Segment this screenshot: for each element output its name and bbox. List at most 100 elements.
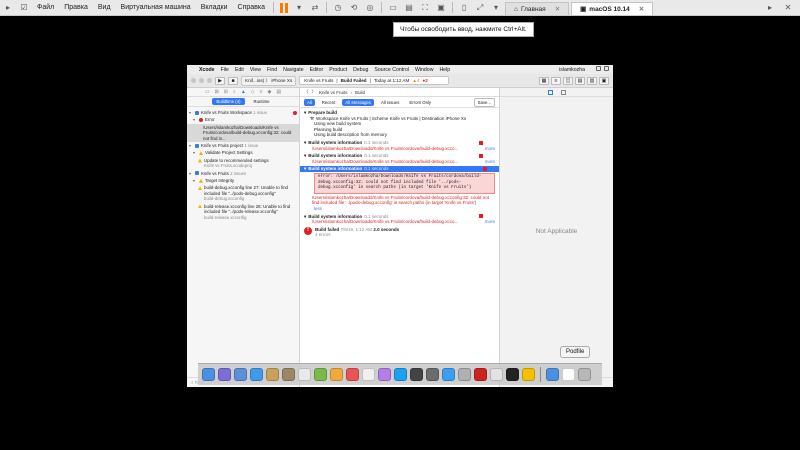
dock-app-icon[interactable] (202, 368, 215, 381)
dock-app-icon[interactable] (522, 368, 535, 381)
menu-edit[interactable]: Edit (235, 67, 244, 73)
log-error-line[interactable]: /Users/islamkozha/Downloads/Knife vs Fru… (304, 159, 495, 165)
snapshot-manager-icon[interactable]: ◎ (365, 3, 375, 13)
dropdown-icon[interactable]: ▾ (294, 3, 304, 13)
run-button[interactable]: ▶ (215, 76, 225, 85)
dock-app-icon[interactable] (378, 368, 391, 381)
filter-all[interactable]: All (304, 98, 315, 106)
issue-item[interactable]: Update to recommended settings Knife vs F… (187, 157, 299, 170)
issue-item-selected[interactable]: /Users/islamkozha/Downloads/Knife vs Fru… (187, 123, 299, 143)
minimize-window-icon[interactable] (199, 78, 204, 83)
disclosure-icon[interactable]: ▾ (304, 166, 306, 172)
thumbnail-icon[interactable]: ▤ (404, 3, 414, 13)
library-button[interactable]: ▦ (539, 77, 549, 85)
revert-snapshot-icon[interactable]: ⟲ (349, 3, 359, 13)
save-log-button[interactable]: Save... (473, 97, 495, 107)
segment-runtime[interactable]: Runtime (250, 98, 274, 105)
dock-app-icon[interactable] (442, 368, 455, 381)
dock-app-icon[interactable] (410, 368, 423, 381)
dock-app-icon[interactable] (506, 368, 519, 381)
dock-app-icon[interactable] (562, 368, 575, 381)
menu-help[interactable]: Help (439, 67, 450, 73)
menu-source-control[interactable]: Source Control (374, 67, 409, 73)
filter-errors-only[interactable]: Errors Only (406, 99, 434, 106)
zoom-window-icon[interactable] (207, 78, 212, 83)
symbol-icon[interactable]: ⊞ (224, 89, 228, 95)
menu-file[interactable]: File (221, 67, 229, 73)
issue-item[interactable]: build-release.xcconfig line 28: Unable t… (187, 203, 299, 221)
host-menu-vm[interactable]: Виртуальная машина (116, 4, 196, 11)
editor-standard-button[interactable]: ≡ (551, 77, 561, 85)
disclosure-icon[interactable]: ▾ (193, 150, 197, 155)
report-icon[interactable]: ▤ (276, 89, 281, 95)
dock-app-icon[interactable] (234, 368, 247, 381)
dock-app-icon[interactable] (474, 368, 487, 381)
disclosure-icon[interactable]: ▾ (189, 171, 193, 176)
back-icon[interactable]: 〈 (304, 89, 309, 95)
dock-app-icon[interactable] (330, 368, 343, 381)
snapshot-icon[interactable]: ◷ (333, 3, 343, 13)
tab-macos[interactable]: ▣ macOS 10.14 ✕ (571, 2, 654, 15)
issue-category-validate[interactable]: ▾ Validate Project Settings (187, 149, 299, 156)
disclosure-icon[interactable]: ▾ (193, 178, 197, 183)
scheme-selector[interactable]: Knif...ios) 〉 iPhone Xs (241, 75, 297, 86)
close-icon[interactable]: ✕ (555, 5, 560, 13)
dock-app-icon[interactable] (490, 368, 503, 381)
stretch-icon[interactable]: ⤢ (475, 3, 485, 13)
dock-app-icon[interactable] (314, 368, 327, 381)
dock-app-icon[interactable] (266, 368, 279, 381)
segment-buildtime[interactable]: Buildtime (4) (212, 98, 245, 105)
dock-app-icon[interactable] (426, 368, 439, 381)
editor-assistant-button[interactable]: ◫ (563, 77, 573, 85)
more-link[interactable]: more (485, 159, 495, 165)
dock-app-icon[interactable] (218, 368, 231, 381)
dock-app-icon[interactable] (298, 368, 311, 381)
quick-help-icon[interactable] (560, 89, 566, 95)
disclosure-icon[interactable]: ▾ (189, 143, 193, 148)
log-error-line[interactable]: /Users/islamkozha/Downloads/Knife vs Fru… (304, 195, 495, 206)
send-keys-icon[interactable]: ⇄ (310, 3, 320, 13)
disclosure-icon[interactable]: ▾ (189, 110, 193, 115)
find-icon[interactable]: ⌕ (233, 89, 236, 95)
less-link[interactable]: less (314, 206, 322, 212)
menu-navigate[interactable]: Navigate (283, 67, 303, 73)
test-icon[interactable]: ◇ (251, 89, 255, 95)
host-menu-file[interactable]: Файл (32, 4, 59, 11)
issue-icon[interactable]: ▲ (241, 89, 246, 95)
menu-window[interactable]: Window (415, 67, 433, 73)
menu-debug[interactable]: Debug (353, 67, 368, 73)
toggle-navigator-button[interactable]: ▤ (575, 77, 585, 85)
library-icon[interactable]: ▭ (388, 3, 398, 13)
dock-app-icon[interactable] (578, 368, 591, 381)
filter-all-messages[interactable]: All Messages (342, 98, 374, 106)
vmware-menu-icon[interactable]: ▸ (3, 3, 13, 13)
menu-product[interactable]: Product (329, 67, 347, 73)
minimize-icon[interactable]: ▸ (765, 2, 775, 12)
breakpoint-icon[interactable]: ◆ (268, 89, 272, 95)
more-link[interactable]: more (485, 219, 495, 225)
toggle-debug-button[interactable]: ▥ (587, 77, 597, 85)
dock-app-icon[interactable] (546, 368, 559, 381)
dock-app-icon[interactable] (394, 368, 407, 381)
issue-item[interactable]: build-debug.xcconfig line 27: Unable to … (187, 184, 299, 202)
source-control-icon[interactable]: ⊠ (215, 89, 219, 95)
log-error-line[interactable]: /Users/islamkozha/Downloads/Knife vs Fru… (304, 219, 495, 225)
host-menu-tabs[interactable]: Вкладки (196, 4, 233, 11)
folder-icon[interactable]: ▭ (205, 89, 210, 95)
tab-home[interactable]: ⌂ Главная ✕ (505, 2, 570, 15)
dock-app-icon[interactable] (458, 368, 471, 381)
issue-category-error[interactable]: ▾ Error (187, 116, 299, 123)
check-icon[interactable]: ☑ (19, 3, 29, 13)
more-link[interactable]: more (485, 146, 495, 152)
filter-all-issues[interactable]: All Issues (378, 99, 402, 106)
dock-app-icon[interactable] (250, 368, 263, 381)
menu-find[interactable]: Find (267, 67, 277, 73)
host-menu-help[interactable]: Справка (233, 4, 270, 11)
menu-editor[interactable]: Editor (310, 67, 324, 73)
dock-app-icon[interactable] (282, 368, 295, 381)
spotlight-icon[interactable] (596, 66, 601, 71)
issue-category-target-integrity[interactable]: ▾ Target Integrity (187, 177, 299, 184)
fullscreen-icon[interactable]: ⛶ (420, 3, 430, 13)
forward-icon[interactable]: 〉 (312, 89, 317, 95)
menu-view[interactable]: View (250, 67, 261, 73)
